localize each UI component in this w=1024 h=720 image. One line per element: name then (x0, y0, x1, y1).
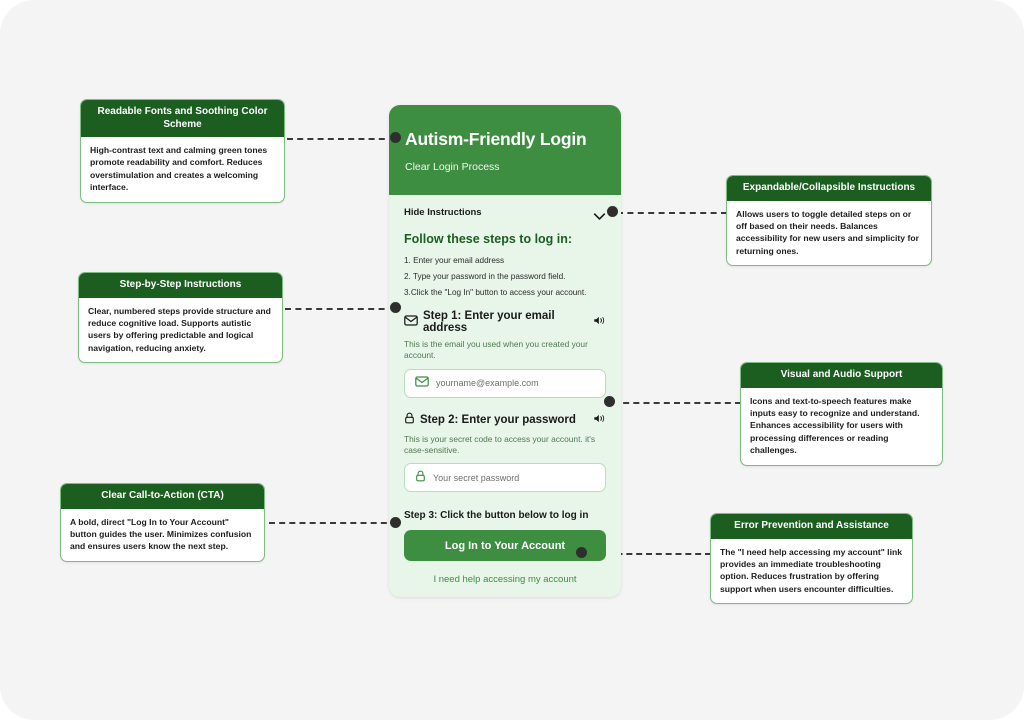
callout-body: The "I need help accessing my account" l… (720, 546, 902, 594)
email-placeholder: yourname@example.com (436, 378, 539, 389)
callout-title: Visual and Audio Support (741, 363, 942, 388)
connector-fonts (287, 138, 395, 140)
step2-block: Step 2: Enter your password This is your… (404, 411, 606, 493)
chevron-down-icon (593, 208, 606, 220)
callout-error-prevention: Error Prevention and Assistance The "I n… (710, 513, 913, 605)
callout-cta: Clear Call-to-Action (CTA) A bold, direc… (60, 483, 265, 562)
callout-body: Icons and text-to-speech features make i… (750, 395, 920, 456)
instructions-toggle[interactable]: Hide Instructions (404, 207, 606, 220)
card-body: Hide Instructions Follow these steps to … (389, 195, 621, 585)
connector-expandable (617, 212, 727, 214)
step3-label: Step 3: Click the button below to log in (404, 510, 589, 522)
step-list-item-1: 1. Enter your email address (404, 256, 505, 265)
callout-title: Clear Call-to-Action (CTA) (61, 484, 264, 509)
speaker-icon-step2[interactable] (593, 411, 606, 429)
step-list-item-2: 2. Type your password in the password fi… (404, 272, 566, 281)
callout-body: A bold, direct "Log In to Your Account" … (70, 516, 252, 552)
step2-title-row: Step 2: Enter your password (404, 411, 606, 429)
callout-title: Step-by-Step Instructions (79, 273, 282, 298)
step2-title: Step 2: Enter your password (420, 413, 576, 426)
callout-expandable: Expandable/Collapsible Instructions Allo… (726, 175, 932, 267)
connector-dot-fonts (390, 132, 401, 143)
connector-dot-steps (390, 302, 401, 313)
connector-dot-audio (604, 396, 615, 407)
step1-description: This is the email you used when you crea… (404, 339, 588, 361)
callout-audio-support: Visual and Audio Support Icons and text-… (740, 362, 943, 466)
page-subtitle: Clear Login Process (405, 161, 500, 173)
callout-readable-fonts: Readable Fonts and Soothing Color Scheme… (80, 99, 285, 203)
login-button[interactable]: Log In to Your Account (404, 530, 606, 562)
lock-icon (404, 411, 415, 429)
password-placeholder: Your secret password (433, 472, 520, 483)
callout-title: Error Prevention and Assistance (711, 514, 912, 539)
card-header: Autism-Friendly Login Clear Login Proces… (389, 105, 621, 195)
connector-dot-error (576, 547, 587, 558)
lock-icon-input (415, 469, 426, 487)
diagram-canvas: Autism-Friendly Login Clear Login Proces… (0, 0, 1024, 720)
login-card: Autism-Friendly Login Clear Login Proces… (389, 105, 621, 597)
step2-description: This is your secret code to access your … (404, 433, 596, 456)
page-title: Autism-Friendly Login (405, 129, 587, 149)
connector-dot-cta (390, 517, 401, 528)
callout-body: Allows users to toggle detailed steps on… (736, 208, 919, 256)
envelope-icon (404, 313, 418, 331)
step-list-item-3: 3.Click the "Log In" button to access yo… (404, 288, 587, 297)
password-field[interactable]: Your secret password (404, 463, 606, 493)
help-link[interactable]: I need help accessing my account (404, 574, 606, 585)
callout-body: Clear, numbered steps provide structure … (88, 305, 271, 353)
speaker-icon-step1[interactable] (593, 313, 606, 331)
step1-block: Step 1: Enter your email address This is… (404, 310, 606, 398)
envelope-icon-input (415, 374, 429, 392)
email-field[interactable]: yourname@example.com (404, 368, 606, 398)
instructions-toggle-label: Hide Instructions (404, 207, 482, 218)
step1-title-row: Step 1: Enter your email address (404, 310, 606, 334)
connector-cta (269, 522, 397, 524)
callout-step-by-step: Step-by-Step Instructions Clear, numbere… (78, 272, 283, 364)
step1-title: Step 1: Enter your email address (423, 310, 555, 334)
callout-body: High-contrast text and calming green ton… (90, 145, 268, 193)
callout-title: Readable Fonts and Soothing Color Scheme (81, 100, 284, 137)
callout-title: Expandable/Collapsible Instructions (727, 176, 931, 201)
steps-heading: Follow these steps to log in: (404, 232, 573, 246)
connector-audio (613, 402, 741, 404)
connector-steps (285, 308, 395, 310)
connector-dot-expandable (607, 206, 618, 217)
